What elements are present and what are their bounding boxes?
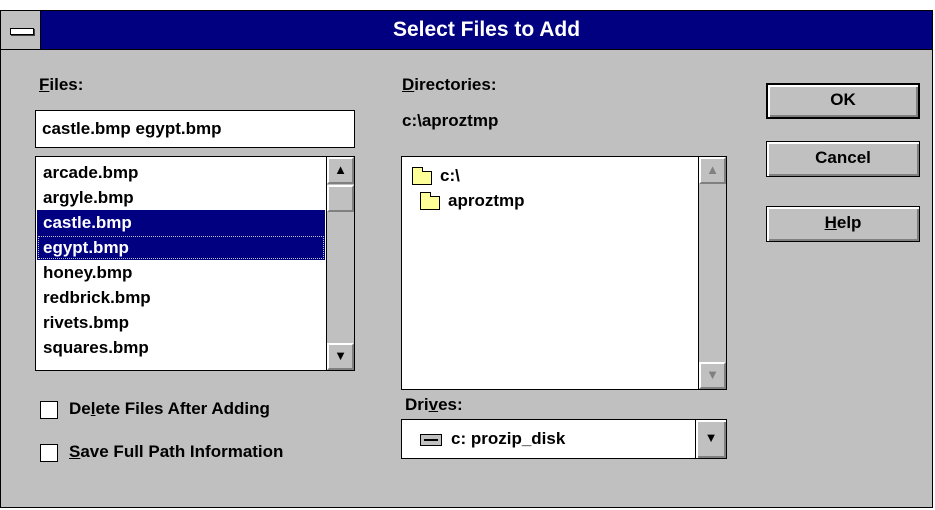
- drives-label-prefix: Dri: [405, 395, 429, 414]
- drives-label: Drives:: [405, 395, 463, 415]
- drive-icon: [420, 434, 442, 446]
- list-item[interactable]: rivets.bmp: [37, 310, 325, 335]
- directories-listbox[interactable]: c:\ aproztmp ▲ ▼: [401, 156, 727, 390]
- save-label-accel: S: [69, 442, 81, 461]
- save-path-checkbox[interactable]: [40, 444, 58, 462]
- open-folder-icon: [420, 192, 440, 210]
- scroll-thumb[interactable]: [327, 185, 354, 212]
- files-scrollbar[interactable]: ▲ ▼: [326, 157, 354, 370]
- help-label-accel: H: [824, 213, 837, 232]
- system-menu-icon: [10, 28, 34, 35]
- select-files-dialog: Select Files to Add Files: castle.bmp eg…: [0, 10, 933, 508]
- files-label-rest: iles:: [49, 75, 84, 94]
- title-bar: Select Files to Add: [1, 11, 932, 50]
- directories-label: Directories:: [402, 75, 496, 95]
- list-item[interactable]: squares.bmp: [37, 335, 325, 360]
- chevron-down-icon: ▼: [704, 430, 718, 445]
- list-item[interactable]: arcade.bmp: [37, 160, 325, 185]
- save-path-label[interactable]: Save Full Path Information: [69, 442, 283, 462]
- scroll-up-button[interactable]: ▲: [699, 157, 726, 184]
- down-arrow-icon: ▼: [334, 348, 347, 363]
- files-label-accel: F: [39, 75, 50, 94]
- directory-item-root[interactable]: c:\: [440, 163, 460, 188]
- list-item[interactable]: redbrick.bmp: [37, 285, 325, 310]
- cancel-button[interactable]: Cancel: [766, 141, 920, 177]
- save-label-rest: ave Full Path Information: [80, 442, 284, 461]
- directories-label-accel: D: [402, 75, 415, 94]
- help-button[interactable]: Help: [766, 206, 920, 242]
- open-folder-icon: [412, 167, 432, 185]
- current-directory-path: c:\aproztmp: [402, 111, 499, 130]
- drives-label-rest: es:: [438, 395, 463, 414]
- scroll-down-button[interactable]: ▼: [327, 343, 354, 370]
- list-item[interactable]: egypt.bmp: [37, 235, 325, 260]
- help-label-rest: elp: [836, 213, 862, 232]
- up-arrow-icon: ▲: [706, 162, 719, 177]
- files-listbox[interactable]: arcade.bmp argyle.bmp castle.bmp egypt.b…: [35, 156, 355, 371]
- dialog-title: Select Files to Add: [392, 18, 581, 41]
- delete-label-rest: ete Files After Adding: [95, 399, 270, 418]
- delete-label-prefix: De: [69, 399, 91, 418]
- drives-selected: c: prozip_disk: [451, 429, 566, 448]
- drives-dropdown-button[interactable]: ▼: [695, 420, 726, 458]
- ok-button[interactable]: OK: [766, 83, 920, 119]
- drives-combobox[interactable]: c: prozip_disk ▼: [401, 419, 727, 459]
- delete-files-checkbox[interactable]: [40, 401, 58, 419]
- scroll-up-button[interactable]: ▲: [327, 157, 354, 184]
- list-item[interactable]: castle.bmp: [37, 210, 325, 235]
- files-label: Files:: [39, 75, 83, 95]
- down-arrow-icon: ▼: [706, 367, 719, 382]
- system-menu-button[interactable]: [1, 11, 41, 49]
- scroll-down-button[interactable]: ▼: [699, 362, 726, 389]
- list-item[interactable]: argyle.bmp: [37, 185, 325, 210]
- top-caption-strip: [0, 0, 935, 10]
- directory-item-aproztmp[interactable]: aproztmp: [448, 188, 525, 213]
- directories-scrollbar[interactable]: ▲ ▼: [698, 157, 726, 389]
- up-arrow-icon: ▲: [334, 162, 347, 177]
- directories-label-rest: irectories:: [414, 75, 497, 94]
- files-input[interactable]: castle.bmp egypt.bmp: [35, 110, 355, 148]
- delete-files-label[interactable]: Delete Files After Adding: [69, 399, 270, 419]
- drives-label-accel: v: [428, 395, 439, 414]
- list-item[interactable]: honey.bmp: [37, 260, 325, 285]
